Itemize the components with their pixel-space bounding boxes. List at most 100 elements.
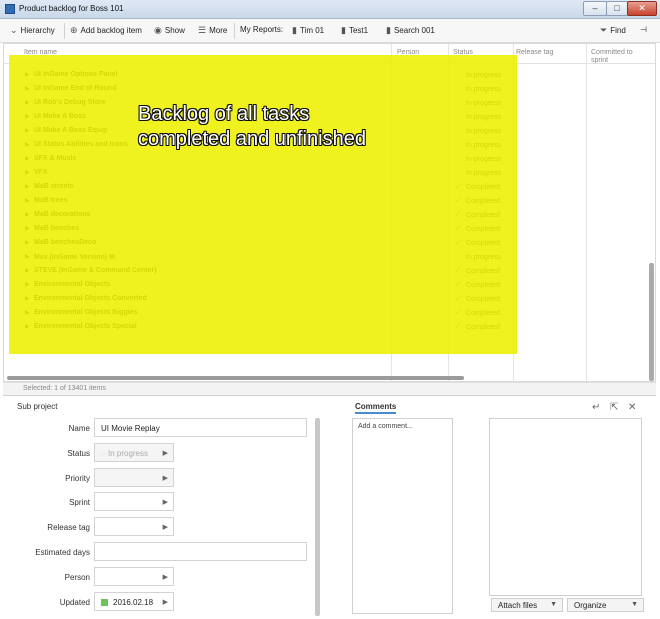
table-row[interactable]: ▶ MaB decorations ✓ Completed bbox=[4, 208, 654, 222]
checkmark-icon: ✓ bbox=[454, 321, 462, 331]
title-bar: Product backlog for Boss 101 – □ ✕ bbox=[0, 0, 660, 19]
expand-arrow-icon[interactable]: ▶ bbox=[25, 309, 30, 316]
person-select[interactable]: ▶ bbox=[94, 567, 174, 586]
updated-field[interactable]: 2016.02.18 ▶ bbox=[94, 592, 174, 611]
selection-info: Selected: 1 of 13401 items bbox=[23, 385, 106, 392]
hierarchy-button[interactable]: ⌄ Hierarchy bbox=[10, 25, 55, 36]
table-row[interactable]: ▶ Max (InGame Version) ✉ ◌ In progress bbox=[4, 250, 654, 264]
progress-ring-icon: ◌ bbox=[455, 111, 461, 121]
status-text: In progress bbox=[466, 254, 502, 261]
expand-arrow-icon[interactable]: ▶ bbox=[25, 127, 30, 134]
status-cell: ◌ In progress bbox=[453, 153, 501, 164]
column-person[interactable]: Person bbox=[397, 49, 419, 57]
report-tim01-button[interactable]: ▮ Tim 01 bbox=[292, 25, 324, 36]
column-status[interactable]: Status bbox=[453, 49, 473, 57]
expand-arrow-icon[interactable]: ▶ bbox=[25, 253, 30, 260]
report-test1-button[interactable]: ▮ Test1 bbox=[341, 25, 368, 36]
table-row[interactable]: ▶ UI InGame End of Round ◌ In progress bbox=[4, 82, 654, 96]
column-item-name[interactable]: Item name bbox=[24, 49, 57, 57]
table-row[interactable]: ▶ MaB trees ✓ Completed bbox=[4, 194, 654, 208]
find-label: Find bbox=[610, 26, 626, 35]
table-row[interactable]: ▶ VFX ◌ In progress bbox=[4, 166, 654, 180]
sprint-select[interactable]: ▶ bbox=[94, 492, 174, 511]
table-row[interactable]: ▶ MaB benches ✓ Completed bbox=[4, 222, 654, 236]
progress-ring-icon: ◌ bbox=[455, 167, 461, 177]
report-search001-button[interactable]: ▮ Search 001 bbox=[386, 25, 435, 36]
expand-arrow-icon[interactable]: ▶ bbox=[25, 113, 30, 120]
expand-arrow-icon[interactable]: ▶ bbox=[25, 183, 30, 190]
organize-button[interactable]: Organize ▼ bbox=[567, 598, 644, 612]
status-text: Completed bbox=[466, 184, 500, 191]
expand-arrow-icon[interactable]: ▶ bbox=[25, 267, 30, 274]
show-button[interactable]: ◉ Show bbox=[154, 25, 185, 36]
item-name: MaB streets bbox=[34, 183, 74, 190]
add-backlog-item-button[interactable]: ⊕ Add backlog item bbox=[70, 25, 142, 36]
table-row[interactable]: ▶ SFX & Music ◌ In progress bbox=[4, 152, 654, 166]
expand-arrow-icon[interactable]: ▶ bbox=[25, 155, 30, 162]
release-tag-select[interactable]: ▶ bbox=[94, 517, 174, 536]
checkmark-icon: ✓ bbox=[454, 307, 462, 317]
progress-ring-icon: ◌ bbox=[455, 153, 461, 163]
expand-arrow-icon[interactable]: ▶ bbox=[25, 169, 30, 176]
table-row[interactable]: ▶ MaB benchesDeco ✓ Completed bbox=[4, 236, 654, 250]
vertical-scrollbar[interactable] bbox=[649, 263, 654, 381]
status-value: In progress bbox=[107, 449, 149, 458]
horizontal-scrollbar[interactable] bbox=[7, 376, 464, 380]
item-name: Environmental Objects Biggies bbox=[34, 309, 138, 316]
table-row[interactable]: ▶ MaB streets ✓ Completed bbox=[4, 180, 654, 194]
expand-arrow-icon[interactable]: ▶ bbox=[25, 71, 30, 78]
table-row[interactable]: ▶ UI Status Abilities and Icons ◌ In progre… bbox=[4, 138, 654, 152]
status-cell: ✓ Completed bbox=[453, 238, 500, 248]
table-row[interactable]: ▶ UI Rob's Debug Store ◌ In progress bbox=[4, 96, 654, 110]
expand-arrow-icon[interactable]: ▶ bbox=[25, 295, 30, 302]
table-row[interactable]: ▶ UI Make A Boss ◌ In progress bbox=[4, 110, 654, 124]
expand-arrow-icon[interactable]: ▶ bbox=[25, 281, 30, 288]
status-cell: ✓ Completed bbox=[453, 280, 500, 290]
eye-icon: ◉ bbox=[154, 25, 162, 35]
expand-arrow-icon[interactable]: ▶ bbox=[25, 225, 30, 232]
table-row[interactable]: ▶ UI InGame Options Panel ◌ In progress bbox=[4, 68, 654, 82]
expand-arrow-icon[interactable]: ▶ bbox=[25, 141, 30, 148]
return-icon[interactable]: ↵ bbox=[592, 402, 600, 413]
column-committed-to-sprint[interactable]: Committed to sprint bbox=[591, 49, 641, 65]
table-row[interactable]: ▶ Environmental Objects Special ✓ Completed bbox=[4, 320, 654, 334]
column-release-tag[interactable]: Release tag bbox=[516, 49, 556, 57]
find-button[interactable]: ⏷ Find bbox=[600, 25, 626, 36]
table-row[interactable]: ▶ Environmental Objects ✓ Completed bbox=[4, 278, 654, 292]
attach-files-button[interactable]: Attach files ▼ bbox=[491, 598, 563, 612]
chevron-right-icon: ▶ bbox=[162, 574, 168, 581]
tab-comments[interactable]: Comments bbox=[355, 402, 397, 414]
comment-input[interactable]: Add a comment... bbox=[352, 418, 453, 614]
filter-icon: ⏷ bbox=[600, 25, 608, 35]
estimated-days-field[interactable] bbox=[94, 542, 307, 561]
name-field[interactable]: UI Movie Replay bbox=[94, 418, 307, 437]
status-cell: ✓ Completed bbox=[453, 294, 500, 304]
close-button[interactable]: ✕ bbox=[627, 1, 657, 16]
popout-icon[interactable]: ⇱ bbox=[610, 402, 618, 413]
close-panel-icon[interactable]: ✕ bbox=[628, 402, 636, 413]
expand-arrow-icon[interactable]: ▶ bbox=[25, 85, 30, 92]
table-row[interactable]: ▶ Environmental Objects Converted ✓ Complet… bbox=[4, 292, 654, 306]
pin-icon[interactable]: ⊣ bbox=[640, 25, 647, 34]
table-row[interactable]: ▶ Environmental Objects Biggies ✓ Completed bbox=[4, 306, 654, 320]
expand-arrow-icon[interactable]: ▶ bbox=[25, 211, 30, 218]
checkmark-icon: ✓ bbox=[454, 209, 462, 219]
expand-arrow-icon[interactable]: ▶ bbox=[25, 239, 30, 246]
status-cell: ✓ Completed bbox=[453, 307, 500, 318]
status-select[interactable]: ◌ In progress ▶ bbox=[94, 443, 174, 462]
expand-arrow-icon[interactable]: ▶ bbox=[25, 99, 30, 106]
chevron-right-icon: ▶ bbox=[162, 524, 168, 531]
item-name: Max (InGame Version) ✉ bbox=[34, 254, 115, 261]
table-row[interactable]: ▶ UI Make A Boss Equip ◌ In progress bbox=[4, 124, 654, 138]
table-row[interactable]: ▶ STEVE (InGame & Command Center) ✓ Complet… bbox=[4, 264, 654, 278]
detail-scrollbar[interactable] bbox=[315, 418, 320, 616]
maximize-button[interactable]: □ bbox=[606, 1, 628, 16]
chevron-down-icon: ⌄ bbox=[10, 25, 18, 35]
status-dot-icon bbox=[101, 599, 108, 606]
priority-select[interactable]: ▶ bbox=[94, 468, 174, 487]
expand-arrow-icon[interactable]: ▶ bbox=[25, 323, 30, 330]
expand-arrow-icon[interactable]: ▶ bbox=[25, 197, 30, 204]
more-button[interactable]: ☰ More bbox=[198, 25, 227, 36]
minimize-button[interactable]: – bbox=[583, 1, 607, 16]
status-text: Completed bbox=[466, 226, 500, 233]
